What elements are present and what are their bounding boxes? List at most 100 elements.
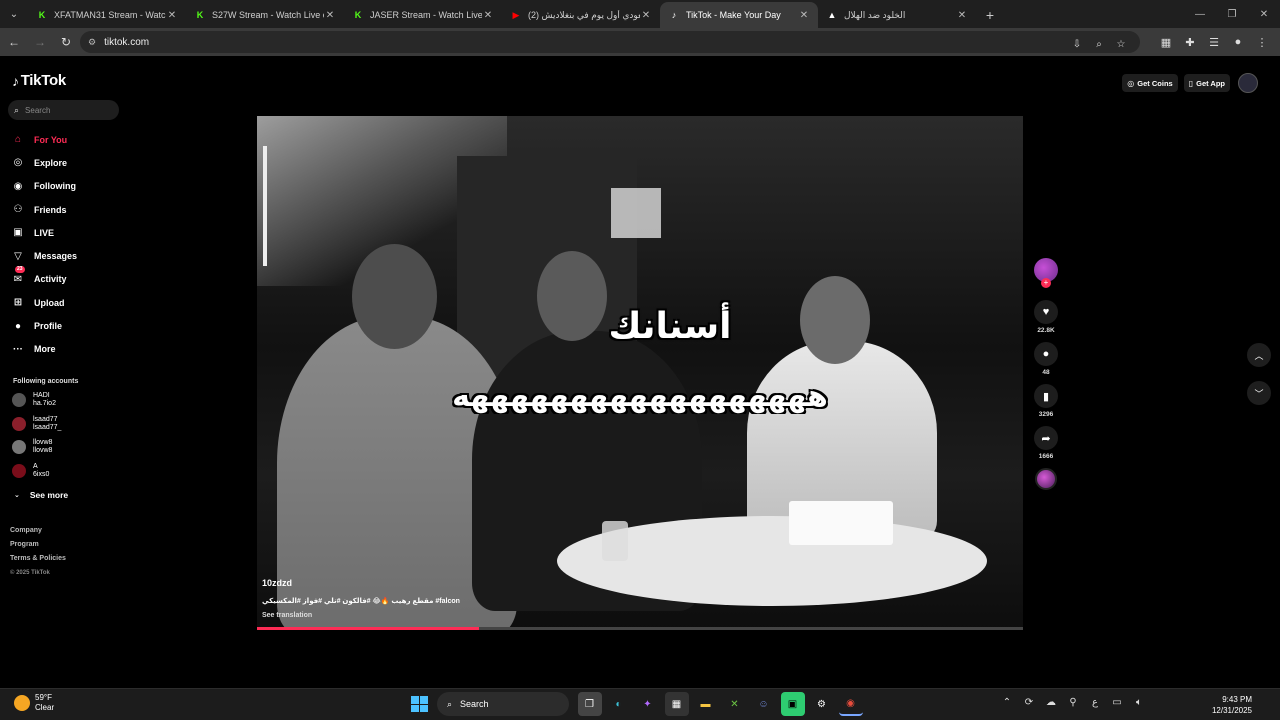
volume-icon[interactable]: 🔈︎ (1128, 697, 1150, 708)
app-green-icon[interactable]: ▣ (780, 692, 805, 716)
follow-plus-icon[interactable]: + (1041, 278, 1051, 288)
close-window-icon[interactable]: ✕ (1248, 0, 1280, 28)
sidebar-item-upload[interactable]: ⊞ Upload (10, 291, 120, 314)
chevron-up-icon[interactable]: ︿ (1247, 343, 1271, 367)
tab-close-icon[interactable]: ✕ (482, 10, 494, 21)
video-description: مقطع رهيب 🔥😂 #فالكون #نلي #فواز #المكسيك… (262, 598, 460, 605)
taskbar-search[interactable]: ⌕ Search (437, 692, 569, 716)
copilot-icon[interactable]: ✦ (636, 692, 660, 716)
following-account[interactable]: llovw8 llovw8 (12, 439, 52, 455)
account-handle: lsaad77_ (33, 423, 62, 431)
video-author[interactable]: 10zdzd (262, 578, 292, 588)
browser-tab[interactable]: K S27W Stream - Watch Live on K✕ (186, 2, 344, 28)
heart-icon[interactable]: ♥ (1034, 300, 1058, 324)
start-windows-icon[interactable] (407, 692, 431, 716)
clock-time: 9:43 PM (1222, 695, 1252, 704)
tab-close-icon[interactable]: ✕ (798, 10, 810, 21)
footer-link[interactable]: Terms & Policies (10, 552, 66, 566)
file-explorer-icon[interactable]: ▬ (694, 692, 718, 716)
window-controls: — ❐ ✕ (1184, 0, 1280, 28)
weather-widget[interactable]: 59°F Clear (14, 693, 54, 713)
browser-tab[interactable]: ▶ (2) سعودي أول يوم في بنغلاديش ✕ (502, 2, 660, 28)
user-avatar[interactable] (1238, 73, 1258, 93)
xbox-icon[interactable]: ✕ (723, 692, 747, 716)
address-bar[interactable]: ⚙ tiktok.com ⇩ ⌕ ☆ (80, 31, 1140, 53)
avatar (12, 440, 26, 454)
avatar (12, 393, 26, 407)
network-icon[interactable]: ▭ (1106, 697, 1128, 708)
edge-icon[interactable]: ◐ (607, 692, 631, 716)
footer-link[interactable]: Program (10, 538, 66, 552)
tiktok-logo[interactable]: ♪ TikTok (12, 72, 66, 89)
sidebar-item-following[interactable]: ◉ Following (10, 175, 120, 198)
share-action[interactable]: ➦ 1666 (1030, 426, 1062, 460)
browser-tab[interactable]: ▲ الخلود ضد الهلال ✕ (818, 2, 976, 28)
install-app-icon[interactable]: ⇩ (1066, 33, 1088, 55)
search-input[interactable]: ⌕ Search (8, 100, 119, 120)
sidebar-item-explore[interactable]: ◎ Explore (10, 151, 120, 174)
store-icon[interactable]: ▦ (664, 692, 689, 716)
discord-icon[interactable]: ☺ (752, 692, 776, 716)
see-more-button[interactable]: ⌄ See more (14, 490, 68, 500)
save-action[interactable]: ▮ 3296 (1030, 384, 1062, 418)
comment-action[interactable]: ● 48 (1030, 342, 1062, 376)
live-icon: ▣ (13, 227, 23, 239)
tab-close-icon[interactable]: ✕ (640, 10, 652, 21)
sidebar-item-for-you[interactable]: ⌂ For You (10, 128, 120, 151)
video-player[interactable]: أسنانك ههههههههههههههههههه 10zdzd مقطع ر… (257, 116, 1023, 630)
sidebar-item-activity[interactable]: ✉ 23 Activity (10, 266, 120, 291)
back-icon[interactable]: ← (2, 30, 26, 54)
extensions-puzzle-icon[interactable]: ✚ (1178, 30, 1202, 54)
footer-link[interactable]: Company (10, 524, 66, 538)
browser-tab[interactable]: K XFATMAN31 Stream - Watch Li✕ (28, 2, 186, 28)
language-indicator[interactable]: ع (1084, 697, 1106, 708)
sidebar-item-live[interactable]: ▣ LIVE (10, 221, 120, 244)
see-translation-link[interactable]: See translation (262, 612, 312, 619)
browser-tab[interactable]: ♪ TikTok - Make Your Day ✕ (660, 2, 818, 28)
tab-close-icon[interactable]: ✕ (324, 10, 336, 21)
restore-icon[interactable]: ❐ (1216, 0, 1248, 28)
site-info-icon[interactable]: ⚙ (88, 37, 96, 48)
get-app-button[interactable]: ▯ Get App (1183, 74, 1230, 92)
chevron-down-icon[interactable]: ﹀ (1247, 381, 1271, 405)
tab-close-icon[interactable]: ✕ (956, 10, 968, 21)
following-account[interactable]: A 6ixs0 (12, 463, 49, 479)
chrome-icon[interactable]: ◉ (838, 692, 863, 716)
chevron-up-icon[interactable]: ⌃ (996, 697, 1018, 708)
following-account[interactable]: lsaad77 lsaad77_ (12, 416, 61, 432)
share-icon[interactable]: ➦ (1034, 426, 1058, 450)
cloud-icon[interactable]: ☁ (1040, 697, 1062, 708)
clock[interactable]: 9:43 PM 12/31/2025 (1212, 694, 1252, 716)
music-disc-avatar[interactable] (1035, 468, 1057, 490)
profile-avatar-icon[interactable]: ● (1226, 30, 1250, 54)
sidebar-item-friends[interactable]: ⚇ Friends (10, 198, 120, 221)
reading-list-icon[interactable]: ☰ (1202, 30, 1226, 54)
following-account[interactable]: HADI ha.7io2 (12, 392, 56, 408)
creator-avatar[interactable]: + (1034, 258, 1058, 288)
sync-icon[interactable]: ⟳ (1018, 697, 1040, 708)
like-action[interactable]: ♥ 22.8K (1030, 300, 1062, 334)
extension-icon[interactable]: ▦ (1154, 30, 1178, 54)
sidebar-item-messages[interactable]: ▽ Messages (10, 244, 120, 267)
new-tab-button[interactable]: + (976, 2, 1004, 28)
task-view-icon[interactable]: ❐ (577, 692, 602, 716)
browser-tab[interactable]: K JASER Stream - Watch Live on K✕ (344, 2, 502, 28)
sidebar-item-more[interactable]: ··· More (10, 338, 120, 361)
bookmark-icon[interactable]: ▮ (1034, 384, 1058, 408)
sidebar-item-profile[interactable]: ● Profile (10, 314, 120, 337)
reload-icon[interactable]: ↻ (54, 30, 78, 54)
comment-icon[interactable]: ● (1034, 342, 1058, 366)
forward-icon[interactable]: → (28, 30, 52, 54)
video-progress-bar[interactable] (257, 627, 1023, 630)
tab-close-icon[interactable]: ✕ (166, 10, 178, 21)
tab-search-menu[interactable]: ⌄ (0, 0, 28, 28)
bookmark-star-icon[interactable]: ☆ (1110, 33, 1132, 55)
settings-icon[interactable]: ⚙ (810, 692, 834, 716)
sidebar-nav: ⌂ For You ◎ Explore ◉ Following ⚇ Friends ▣ LIVE ▽… (10, 128, 120, 361)
minimize-icon[interactable]: — (1184, 0, 1216, 28)
menu-kebab-icon[interactable]: ⋮ (1250, 30, 1274, 54)
get-coins-button[interactable]: ◎ Get Coins (1122, 74, 1178, 92)
toolbar-actions: ▦ ✚ ☰ ● ⋮ (1154, 30, 1274, 54)
microphone-icon[interactable]: ⚲ (1062, 697, 1084, 708)
zoom-icon[interactable]: ⌕ (1088, 33, 1110, 55)
